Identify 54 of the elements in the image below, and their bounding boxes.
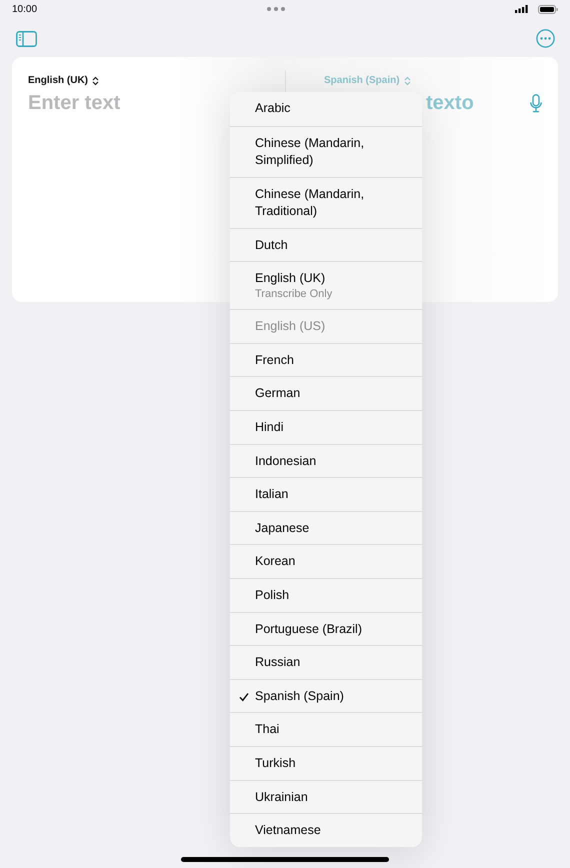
language-name: French xyxy=(255,352,294,369)
language-menu-item[interactable]: Arabic xyxy=(230,92,422,126)
language-name: Spanish (Spain) xyxy=(255,688,344,705)
language-menu-item[interactable]: German xyxy=(230,376,422,410)
language-menu-item[interactable]: Russian xyxy=(230,645,422,679)
language-menu-item[interactable]: Korean xyxy=(230,544,422,578)
language-name: Russian xyxy=(255,654,300,672)
language-name: Italian xyxy=(255,486,288,504)
language-menu-item[interactable]: Turkish xyxy=(230,746,422,780)
translation-text: texto xyxy=(426,92,474,115)
language-name: Arabic xyxy=(255,100,290,117)
language-name: Hindi xyxy=(255,418,284,436)
language-menu-item[interactable]: Thai xyxy=(230,712,422,746)
language-name: Chinese (Mandarin, Simplified) xyxy=(255,134,366,169)
language-name: Dutch xyxy=(255,236,288,254)
source-language-selector[interactable]: English (UK) xyxy=(28,75,99,86)
source-text-field[interactable]: Enter text xyxy=(28,92,228,115)
language-name: Indonesian xyxy=(255,452,316,470)
status-time: 10:00 xyxy=(12,4,38,14)
language-menu-item[interactable]: Polish xyxy=(230,578,422,612)
battery-icon xyxy=(538,4,558,14)
sidebar-toggle-icon[interactable] xyxy=(16,30,37,46)
language-menu-item[interactable]: Portuguese (Brazil) xyxy=(230,612,422,646)
language-name: Japanese xyxy=(255,520,310,537)
language-menu-item[interactable]: French xyxy=(230,342,422,376)
language-menu-item[interactable]: Indonesian xyxy=(230,444,422,478)
microphone-icon[interactable] xyxy=(530,94,542,113)
language-note: Transcribe Only xyxy=(255,287,332,302)
chevron-updown-icon xyxy=(404,76,411,86)
language-name: Portuguese (Brazil) xyxy=(255,620,362,638)
language-name: Turkish xyxy=(255,754,296,772)
language-menu-item[interactable]: English (UK) Transcribe Only xyxy=(230,261,422,310)
language-menu-item[interactable]: Spanish (Spain) xyxy=(230,678,422,712)
language-name: Vietnamese xyxy=(255,822,321,840)
chevron-updown-icon xyxy=(92,76,99,86)
language-name: Ukrainian xyxy=(255,788,308,806)
more-options-icon[interactable] xyxy=(536,29,555,48)
language-menu-item[interactable]: Italian xyxy=(230,477,422,511)
language-name: English (US) xyxy=(255,318,326,336)
language-name: Thai xyxy=(255,721,280,738)
language-menu-item[interactable]: Dutch xyxy=(230,228,422,262)
language-name: Korean xyxy=(255,553,296,570)
language-menu-item[interactable]: Vietnamese xyxy=(230,813,422,847)
language-menu-item[interactable]: Japanese xyxy=(230,510,422,544)
language-name: German xyxy=(255,385,300,402)
language-menu-item[interactable]: Chinese (Mandarin, Simplified) xyxy=(230,126,422,177)
language-name: English (UK) xyxy=(255,270,326,288)
multitask-dots-icon[interactable] xyxy=(267,7,286,11)
language-menu-item[interactable]: Hindi xyxy=(230,410,422,444)
language-name: Chinese (Mandarin, Traditional) xyxy=(255,186,366,220)
language-menu-item[interactable]: Ukrainian xyxy=(230,780,422,814)
language-menu-item[interactable]: Chinese (Mandarin, Traditional) xyxy=(230,176,422,228)
language-name: Polish xyxy=(255,586,290,604)
signal-icon xyxy=(515,5,528,13)
